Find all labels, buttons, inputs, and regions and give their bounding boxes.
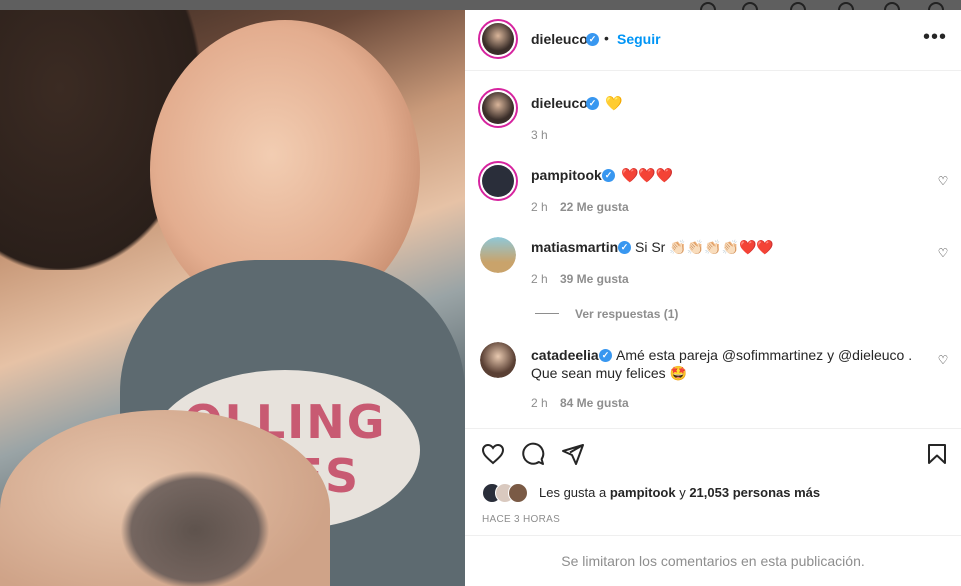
post-side-panel: dieleuco ✓ • Seguir ••• dieleuco ✓ 💛 3 h… xyxy=(465,10,961,586)
comment-text: Que sean muy felices 🤩 xyxy=(531,365,687,381)
heart-icon[interactable] xyxy=(481,442,505,466)
verified-badge-icon: ✓ xyxy=(602,169,615,182)
likes-prefix: Les gusta a xyxy=(539,485,607,500)
view-replies-button[interactable]: Ver respuestas (1) xyxy=(575,307,678,321)
browser-top-bar xyxy=(0,0,961,10)
comment-username[interactable]: pampitook xyxy=(531,167,602,183)
caption-avatar[interactable] xyxy=(478,88,518,128)
share-icon[interactable] xyxy=(561,442,585,466)
comment-time[interactable]: 2 h xyxy=(531,200,548,214)
comments-limited-notice: Se limitaron los comentarios en esta pub… xyxy=(561,553,865,569)
comment-like-heart-icon[interactable]: ♡ xyxy=(937,247,949,259)
comment-avatar[interactable] xyxy=(478,161,518,201)
new-post-icon[interactable] xyxy=(790,2,806,10)
verified-badge-icon: ✓ xyxy=(618,241,631,254)
comment-likes[interactable]: 39 Me gusta xyxy=(560,272,629,286)
follow-button[interactable]: Seguir xyxy=(617,31,661,47)
caption-username[interactable]: dieleuco xyxy=(531,95,588,111)
verified-badge-icon: ✓ xyxy=(586,33,599,46)
comment-icon[interactable] xyxy=(521,442,545,466)
bookmark-icon[interactable] xyxy=(925,442,949,466)
comment-text: Si Sr 👏🏻👏🏻👏🏻👏🏻❤️❤️ xyxy=(635,239,774,255)
author-avatar[interactable] xyxy=(478,19,518,59)
post-timestamp[interactable]: HACE 3 HORAS xyxy=(482,514,560,525)
likes-summary: Les gusta a pampitook y 21,053 personas … xyxy=(539,485,820,500)
actions-divider xyxy=(465,428,961,429)
author-username[interactable]: dieleuco xyxy=(531,31,588,47)
separator-dot: • xyxy=(604,30,609,46)
likes-count[interactable]: 21,053 personas más xyxy=(689,485,820,500)
comment-likes[interactable]: 22 Me gusta xyxy=(560,200,629,214)
post-header: dieleuco ✓ • Seguir ••• xyxy=(465,10,961,71)
comment-text: Amé esta pareja @sofimmartinez y @dieleu… xyxy=(616,347,913,363)
comment-like-heart-icon[interactable]: ♡ xyxy=(937,354,949,366)
more-options-icon[interactable]: ••• xyxy=(923,26,947,49)
verified-badge-icon: ✓ xyxy=(599,349,612,362)
replies-divider xyxy=(535,313,559,314)
comment-username[interactable]: matiasmartin xyxy=(531,239,618,255)
likes-first-user[interactable]: pampitook xyxy=(610,485,676,500)
comment-like-heart-icon[interactable]: ♡ xyxy=(937,175,949,187)
comment-time[interactable]: 2 h xyxy=(531,396,548,410)
explore-icon[interactable] xyxy=(838,2,854,10)
comment-avatar[interactable] xyxy=(480,342,516,378)
comment-avatar[interactable] xyxy=(480,237,516,273)
verified-badge-icon: ✓ xyxy=(586,97,599,110)
footer-divider xyxy=(465,535,961,536)
profile-icon[interactable] xyxy=(928,2,944,10)
messages-icon[interactable] xyxy=(742,2,758,10)
comment-text: ❤️❤️❤️ xyxy=(621,167,674,183)
photo-tattoo xyxy=(120,470,270,586)
activity-icon[interactable] xyxy=(884,2,900,10)
comment-likes[interactable]: 84 Me gusta xyxy=(560,396,629,410)
home-icon[interactable] xyxy=(700,2,716,10)
caption-time[interactable]: 3 h xyxy=(531,128,548,142)
caption-text: 💛 xyxy=(605,95,623,111)
likers-avatars[interactable] xyxy=(482,483,534,503)
comment-time[interactable]: 2 h xyxy=(531,272,548,286)
likes-middle: y xyxy=(679,485,686,500)
post-photo[interactable]: OLLINGONES xyxy=(0,10,465,586)
comment-username[interactable]: catadeelia xyxy=(531,347,599,363)
